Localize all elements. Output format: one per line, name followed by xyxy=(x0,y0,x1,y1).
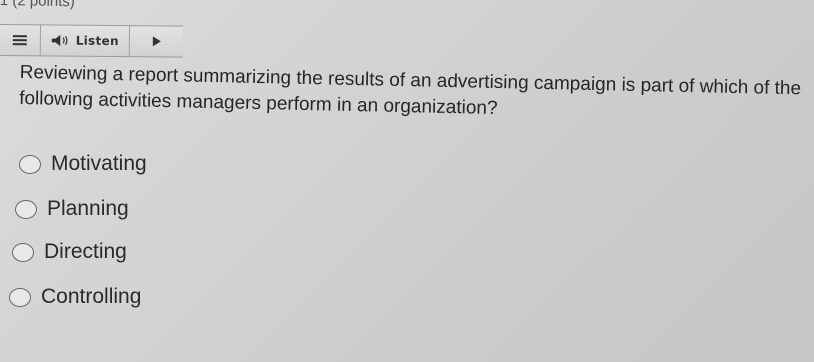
hamburger-menu-icon xyxy=(12,33,27,47)
answer-option-controlling[interactable]: Controlling xyxy=(9,285,141,309)
option-label: Controlling xyxy=(41,285,142,308)
option-label: Directing xyxy=(44,240,127,263)
play-icon xyxy=(152,36,161,47)
option-label: Planning xyxy=(47,197,129,220)
radio-button[interactable] xyxy=(15,199,37,219)
option-label: Motivating xyxy=(51,152,147,175)
toolbar-menu-button[interactable] xyxy=(0,24,41,56)
read-aloud-toolbar: Listen xyxy=(0,24,183,58)
listen-label: Listen xyxy=(75,33,119,49)
question-header: 1 (2 points) xyxy=(0,0,75,10)
answer-option-directing[interactable]: Directing xyxy=(12,240,127,264)
question-text: Reviewing a report summarizing the resul… xyxy=(18,61,802,120)
radio-button[interactable] xyxy=(9,287,31,307)
question-header-text: 1 (2 points) xyxy=(0,0,76,11)
answer-option-motivating[interactable]: Motivating xyxy=(19,152,147,176)
radio-button[interactable] xyxy=(12,242,34,262)
answer-option-planning[interactable]: Planning xyxy=(15,197,129,221)
play-button[interactable] xyxy=(130,26,183,56)
speaker-icon xyxy=(51,34,68,47)
listen-button[interactable]: Listen xyxy=(40,25,130,57)
radio-button[interactable] xyxy=(19,154,41,174)
